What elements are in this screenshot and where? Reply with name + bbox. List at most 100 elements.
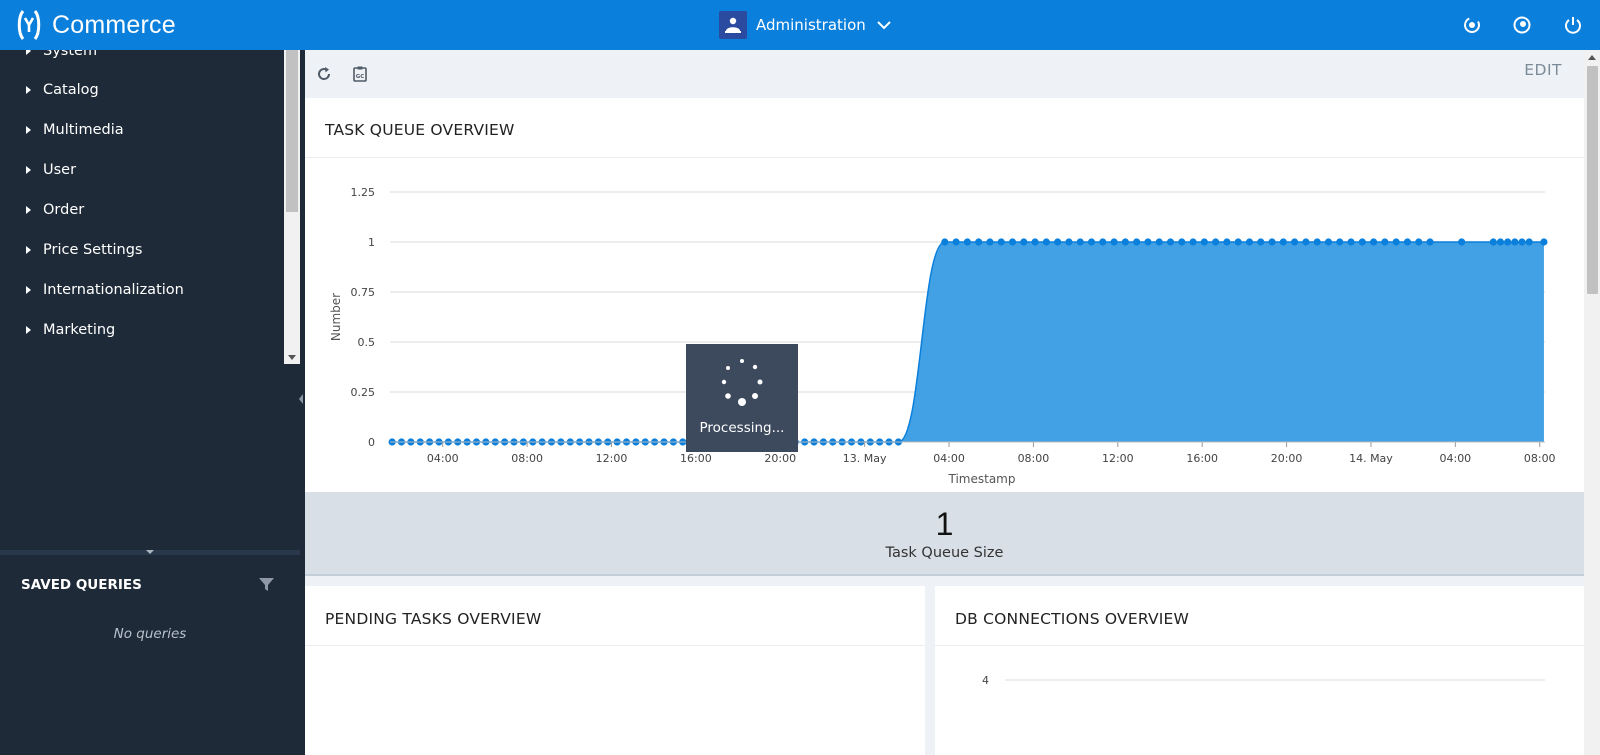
expand-arrow-icon <box>26 206 31 214</box>
data-point <box>1020 238 1028 246</box>
saved-queries-empty: No queries <box>113 626 187 642</box>
data-point <box>1426 238 1434 246</box>
nav-item-label: Price Settings <box>43 242 143 258</box>
data-point <box>975 238 983 246</box>
data-point <box>1042 238 1050 246</box>
logout-icon[interactable] <box>1563 15 1583 35</box>
nav-item-multimedia[interactable]: Multimedia <box>0 110 284 150</box>
perspective-label: Administration <box>756 16 866 34</box>
filter-icon[interactable] <box>258 576 275 593</box>
data-point <box>1381 238 1389 246</box>
x-tick-label: 08:00 <box>511 452 543 465</box>
sap-logo-icon <box>17 10 41 40</box>
global-search-icon[interactable] <box>1462 15 1482 35</box>
expand-arrow-icon <box>26 126 31 134</box>
data-point <box>1257 238 1265 246</box>
x-tick-label: 08:00 <box>1018 452 1050 465</box>
y-tick-label: 0 <box>368 436 375 449</box>
pending-tasks-title: PENDING TASKS OVERVIEW <box>325 610 542 628</box>
pending-tasks-panel: PENDING TASKS OVERVIEW <box>305 586 925 755</box>
perspective-selector[interactable]: Administration <box>719 11 892 39</box>
x-tick-label: 04:00 <box>933 452 965 465</box>
panel-divider <box>305 645 925 646</box>
db-connections-title: DB CONNECTIONS OVERVIEW <box>955 610 1190 628</box>
page-scrollbar[interactable] <box>1584 50 1600 755</box>
sidebar: System Catalog Multimedia User Order Pri… <box>0 50 305 755</box>
data-point <box>952 238 960 246</box>
y-tick-label: 1 <box>368 236 375 249</box>
data-point <box>1155 238 1163 246</box>
data-point <box>1504 238 1512 246</box>
data-point <box>963 238 971 246</box>
nav-item-system[interactable]: System <box>0 50 284 71</box>
top-bar: Commerce Administration <box>0 0 1600 50</box>
data-point <box>1358 238 1366 246</box>
edit-button[interactable]: EDIT <box>1524 61 1562 79</box>
garbage-collect-icon[interactable]: GC <box>351 65 369 83</box>
x-tick-label: 12:00 <box>596 452 628 465</box>
data-point <box>986 238 994 246</box>
nav-item-order[interactable]: Order <box>0 190 284 230</box>
x-tick-label: 20:00 <box>1271 452 1303 465</box>
data-point <box>1518 238 1526 246</box>
data-point <box>1087 238 1096 246</box>
navigation-scrollbar[interactable] <box>284 50 300 364</box>
nav-item-label: System <box>43 50 98 59</box>
data-point <box>1121 238 1129 246</box>
splitter-arrow-icon[interactable] <box>146 550 154 554</box>
y-tick-label: 0.75 <box>351 286 376 299</box>
expand-arrow-icon <box>26 166 31 174</box>
nav-item-label: Marketing <box>43 322 116 338</box>
data-point <box>1403 238 1412 246</box>
data-point <box>1291 238 1299 246</box>
user-status-icon[interactable] <box>1512 15 1532 35</box>
app-brand: Commerce <box>52 10 176 39</box>
task-queue-panel: TASK QUEUE OVERVIEW 0 0.25 0.5 0.75 1 1.25 04… <box>305 98 1584 492</box>
sidebar-splitter[interactable] <box>0 550 300 555</box>
nav-item-internationalization[interactable]: Internationalization <box>0 270 284 310</box>
nav-item-label: User <box>43 162 77 178</box>
nav-item-price-settings[interactable]: Price Settings <box>0 230 284 270</box>
data-point <box>1370 238 1378 246</box>
scroll-up-arrow-icon[interactable] <box>1588 55 1596 60</box>
nav-item-label: Order <box>43 202 85 218</box>
y-tick-label: 0.5 <box>358 336 376 349</box>
perspective-icon <box>719 11 747 39</box>
expand-arrow-icon <box>26 246 31 254</box>
x-tick-label: 14. May <box>1349 452 1393 465</box>
db-connections-chart: 4 <box>982 674 1545 687</box>
scroll-down-arrow-icon[interactable] <box>288 355 296 360</box>
data-point <box>1200 238 1208 246</box>
nav-item-label: Multimedia <box>43 122 124 138</box>
data-point <box>1245 238 1254 246</box>
data-point <box>1268 238 1276 246</box>
data-point <box>1133 238 1141 246</box>
data-point <box>1392 238 1400 246</box>
scrollbar-thumb[interactable] <box>1587 66 1598 294</box>
data-point <box>941 238 949 246</box>
data-point <box>1336 238 1344 246</box>
expand-arrow-icon <box>26 286 31 294</box>
nav-item-label: Internationalization <box>43 282 184 298</box>
x-tick-label: 13. May <box>843 452 887 465</box>
collapse-sidebar-icon[interactable] <box>299 394 303 404</box>
nav-item-marketing[interactable]: Marketing <box>0 310 284 350</box>
data-point <box>1189 238 1197 246</box>
nav-item-catalog[interactable]: Catalog <box>0 70 284 110</box>
data-point <box>1076 238 1084 246</box>
nav-item-user[interactable]: User <box>0 150 284 190</box>
data-point <box>1324 238 1333 246</box>
refresh-icon[interactable] <box>315 65 333 83</box>
scrollbar-thumb[interactable] <box>286 50 298 212</box>
x-tick-label: 04:00 <box>427 452 459 465</box>
saved-queries-title: SAVED QUERIES <box>21 577 142 593</box>
svg-text:GC: GC <box>356 74 365 80</box>
x-tick-label: 04:00 <box>1439 452 1471 465</box>
expand-arrow-icon <box>26 50 31 55</box>
processing-label: Processing... <box>699 420 785 436</box>
data-point <box>1511 238 1519 246</box>
app-logo[interactable]: Commerce <box>16 8 176 42</box>
x-tick-label: 16:00 <box>1186 452 1218 465</box>
data-point <box>1279 238 1287 246</box>
data-point <box>1525 238 1533 246</box>
